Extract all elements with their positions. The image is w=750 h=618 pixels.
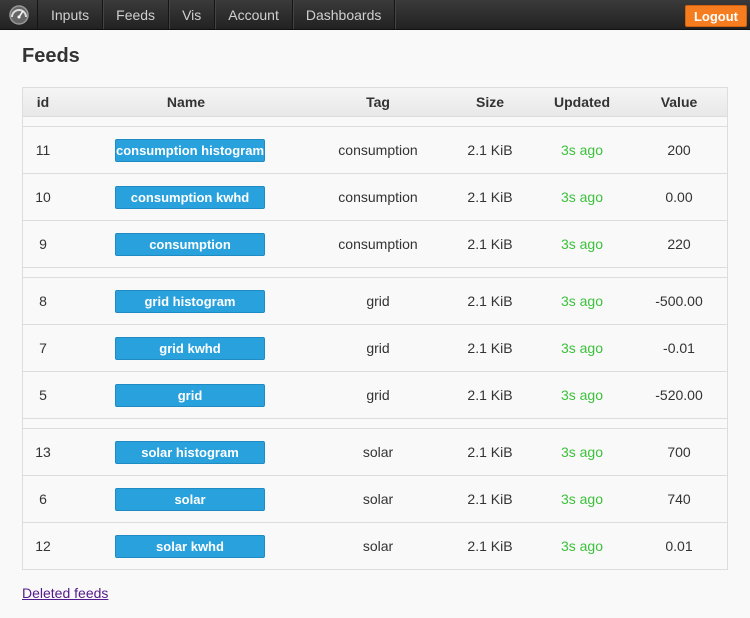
feeds-table: id Name Tag Size Updated Value 11 consump…: [22, 87, 728, 570]
table-row[interactable]: 9 consumption consumption 2.1 KiB 3s ago 220: [23, 221, 727, 268]
feed-value: 740: [667, 491, 691, 507]
table-row[interactable]: 5 grid grid 2.1 KiB 3s ago -520.00: [23, 372, 727, 419]
brand-logo[interactable]: [0, 0, 38, 29]
feed-name-button[interactable]: consumption kwhd: [115, 185, 265, 209]
feed-name-button[interactable]: solar: [115, 487, 265, 511]
feed-size: 2.1 KiB: [467, 142, 513, 158]
feed-name-button[interactable]: consumption histogram: [115, 138, 265, 162]
feed-name-cell: solar kwhd: [63, 534, 309, 558]
table-header: id Name Tag Size Updated Value: [23, 88, 727, 117]
feed-tag: consumption: [338, 189, 418, 205]
header-value[interactable]: Value: [631, 94, 727, 110]
feed-size: 2.1 KiB: [467, 491, 513, 507]
deleted-feeds-link[interactable]: Deleted feeds: [22, 585, 108, 601]
feed-size: 2.1 KiB: [467, 538, 513, 554]
nav-dashboards[interactable]: Dashboards: [293, 0, 396, 29]
group-separator: [23, 268, 727, 278]
feed-name-button[interactable]: solar histogram: [115, 440, 265, 464]
feed-updated: 3s ago: [560, 491, 604, 507]
logout-button[interactable]: Logout: [685, 5, 747, 27]
feed-id: 13: [35, 444, 51, 460]
header-id[interactable]: id: [23, 94, 63, 110]
feed-name-cell: consumption kwhd: [63, 185, 309, 209]
feed-size: 2.1 KiB: [467, 340, 513, 356]
group-separator: [23, 117, 727, 127]
feed-name-cell: grid kwhd: [63, 336, 309, 360]
feed-updated: 3s ago: [560, 189, 604, 205]
feed-value: -0.01: [663, 340, 695, 356]
feed-tag: solar: [362, 538, 394, 554]
group-separator: [23, 419, 727, 429]
feed-name-cell: grid: [63, 383, 309, 407]
nav-feeds[interactable]: Feeds: [103, 0, 170, 29]
feed-name-cell: consumption histogram: [63, 138, 309, 162]
feed-updated: 3s ago: [560, 538, 604, 554]
header-updated[interactable]: Updated: [533, 94, 631, 110]
feed-value: 0.01: [665, 538, 693, 554]
feed-tag: solar: [362, 444, 394, 460]
feed-value: -520.00: [655, 387, 703, 403]
table-row[interactable]: 10 consumption kwhd consumption 2.1 KiB 3s a…: [23, 174, 727, 221]
feed-size: 2.1 KiB: [467, 293, 513, 309]
table-row[interactable]: 6 solar solar 2.1 KiB 3s ago 740: [23, 476, 727, 523]
feed-value: 220: [667, 236, 691, 252]
table-body: 11 consumption histogram consumption 2.1 Ki…: [23, 117, 727, 569]
feed-tag: grid: [366, 293, 390, 309]
feed-id: 12: [35, 538, 51, 554]
feed-name-cell: consumption: [63, 232, 309, 256]
feed-size: 2.1 KiB: [467, 387, 513, 403]
feed-name-cell: grid histogram: [63, 289, 309, 313]
feed-value: 200: [667, 142, 691, 158]
feed-id: 7: [39, 340, 47, 356]
feed-tag: grid: [366, 340, 390, 356]
table-row[interactable]: 7 grid kwhd grid 2.1 KiB 3s ago -0.01: [23, 325, 727, 372]
page-title: Feeds: [22, 45, 80, 67]
feed-id: 11: [35, 142, 51, 158]
feed-updated: 3s ago: [560, 387, 604, 403]
gauge-logo-icon: [8, 4, 29, 25]
feed-tag: consumption: [338, 236, 418, 252]
feed-tag: grid: [366, 387, 390, 403]
header-size[interactable]: Size: [447, 94, 533, 110]
top-navbar: Inputs Feeds Vis Account Dashboards Logo…: [0, 0, 750, 30]
feed-size: 2.1 KiB: [467, 189, 513, 205]
table-row[interactable]: 11 consumption histogram consumption 2.1 Ki…: [23, 127, 727, 174]
feed-name-button[interactable]: consumption: [115, 232, 265, 256]
feed-tag: solar: [362, 491, 394, 507]
feed-name-cell: solar: [63, 487, 309, 511]
feed-id: 10: [35, 189, 51, 205]
feed-updated: 3s ago: [560, 293, 604, 309]
feed-name-button[interactable]: grid: [115, 383, 265, 407]
nav-inputs[interactable]: Inputs: [38, 0, 104, 29]
nav-account[interactable]: Account: [215, 0, 293, 29]
feed-updated: 3s ago: [560, 444, 604, 460]
feed-size: 2.1 KiB: [467, 236, 513, 252]
feed-name-button[interactable]: solar kwhd: [115, 534, 265, 558]
feed-tag: consumption: [338, 142, 418, 158]
feed-updated: 3s ago: [560, 142, 604, 158]
feed-updated: 3s ago: [560, 236, 604, 252]
header-name[interactable]: Name: [63, 94, 309, 110]
feed-value: 700: [667, 444, 691, 460]
feed-id: 6: [39, 491, 47, 507]
feed-id: 9: [39, 236, 47, 252]
feed-name-button[interactable]: grid histogram: [115, 289, 265, 313]
nav-vis[interactable]: Vis: [169, 0, 216, 29]
feed-updated: 3s ago: [560, 340, 604, 356]
table-row[interactable]: 13 solar histogram solar 2.1 KiB 3s ago 700: [23, 429, 727, 476]
feed-id: 8: [39, 293, 47, 309]
table-row[interactable]: 8 grid histogram grid 2.1 KiB 3s ago -500.00: [23, 278, 727, 325]
feed-name-button[interactable]: grid kwhd: [115, 336, 265, 360]
feed-value: -500.00: [655, 293, 703, 309]
feed-value: 0.00: [665, 189, 693, 205]
feed-id: 5: [39, 387, 47, 403]
header-tag[interactable]: Tag: [309, 94, 447, 110]
feed-size: 2.1 KiB: [467, 444, 513, 460]
table-row[interactable]: 12 solar kwhd solar 2.1 KiB 3s ago 0.01: [23, 523, 727, 569]
feed-name-cell: solar histogram: [63, 440, 309, 464]
